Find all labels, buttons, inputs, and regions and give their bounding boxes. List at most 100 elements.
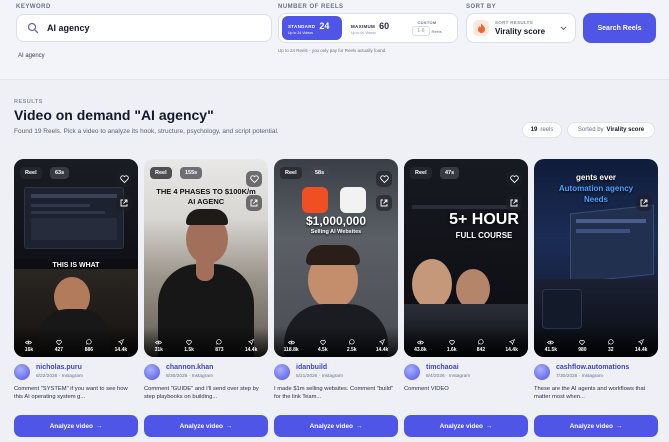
custom-count-input[interactable]: 1-6 xyxy=(412,26,430,36)
analyze-video-button[interactable]: Analyze video → xyxy=(274,415,398,437)
reel-tag: Reel xyxy=(150,167,172,179)
heart-icon xyxy=(186,340,192,345)
share-icon xyxy=(379,339,386,345)
video-thumbnail[interactable]: 5+ HOUR FULL COURSE Reel 47s 43.8k 1.6k … xyxy=(404,159,528,357)
thumbnail-subcaption: FULL COURSE xyxy=(455,231,513,240)
keyword-input[interactable]: AI agency xyxy=(16,14,272,42)
video-card: gents ever Automation agency Needs 41.5k… xyxy=(534,157,658,442)
video-thumbnail[interactable]: gents ever Automation agency Needs 41.5k… xyxy=(534,159,658,357)
video-thumbnail[interactable]: THE 4 PHASES TO $100K/m AI AGENC Reel 15… xyxy=(144,159,268,357)
option-standard[interactable]: STANDARD 24 Up to 24 Videos xyxy=(282,16,342,40)
avatar xyxy=(274,364,290,380)
post-meta: 7/30/2026 · Instagram xyxy=(556,374,603,379)
analyze-video-button[interactable]: Analyze video → xyxy=(14,415,138,437)
search-panel: KEYWORD AI agency AI agency NUMBER OF RE… xyxy=(0,0,669,80)
results-count-badge: 19 reels xyxy=(522,122,562,138)
avatar xyxy=(14,364,30,380)
stats-bar: 118.8k 4.5k 2.5k 14.4k xyxy=(274,327,398,357)
video-card: 5+ HOUR FULL COURSE Reel 47s 43.8k 1.6k … xyxy=(404,157,528,442)
duration-badge: 58s xyxy=(310,167,330,179)
sort-select[interactable]: SORT RESULTS Virality score xyxy=(466,13,576,43)
video-card: THE 4 PHASES TO $100K/m AI AGENC Reel 15… xyxy=(144,157,268,442)
username[interactable]: idanbuild xyxy=(296,364,327,371)
thumbnail-subcaption: Automation agency xyxy=(558,184,634,193)
chevron-down-icon xyxy=(560,26,567,31)
comment-icon xyxy=(216,339,222,345)
eye-icon xyxy=(155,340,163,345)
reel-tag: Reel xyxy=(410,167,432,179)
eye-icon xyxy=(416,340,424,345)
comment-icon xyxy=(608,339,614,345)
post-description: Comment "GUIDE" and I'll send over step … xyxy=(144,386,259,400)
reels-note: Up to 24 Reels - you only pay for Reels … xyxy=(278,48,387,53)
comment-icon xyxy=(348,339,355,345)
username[interactable]: nicholas.puru xyxy=(36,364,82,371)
eye-icon xyxy=(287,340,295,345)
keyword-label: KEYWORD xyxy=(16,4,51,10)
username[interactable]: timchaoai xyxy=(426,364,459,371)
post-meta: 8/4/2026 · Instagram xyxy=(426,374,471,379)
thumbnail-subcaption: Selling AI Websites xyxy=(310,229,362,235)
heart-icon[interactable] xyxy=(246,171,262,187)
post-meta: 8/22/2026 · Instagram xyxy=(36,374,83,379)
results-subtitle: Found 19 Reels. Pick a video to analyze … xyxy=(14,128,279,135)
heart-icon[interactable] xyxy=(376,171,392,187)
reels-label: NUMBER OF REELS xyxy=(278,4,344,10)
sorted-by-badge: Sorted by Virality score xyxy=(567,122,655,138)
analyze-video-button[interactable]: Analyze video → xyxy=(144,415,268,437)
username[interactable]: channon.khan xyxy=(166,364,213,371)
stats-bar: 41.5k 980 32 14.4k xyxy=(534,327,658,357)
post-description: Comment VIDEO xyxy=(404,386,449,392)
option-maximum[interactable]: MAXIMUM 60 Up to 60 Videos xyxy=(345,16,395,40)
thumbnail-caption: $1,000,000 xyxy=(305,214,367,228)
reel-tag: Reel xyxy=(20,167,42,179)
arrow-right-icon: → xyxy=(355,422,363,430)
external-link-icon[interactable] xyxy=(116,195,132,211)
analyze-video-button[interactable]: Analyze video → xyxy=(534,415,658,437)
stats-bar: 43.8k 1.6k 842 14.4k xyxy=(404,327,528,357)
post-meta: 5/21/2026 · Instagram xyxy=(296,374,343,379)
reels-count-selector: STANDARD 24 Up to 24 Videos MAXIMUM 60 Up … xyxy=(278,13,458,43)
stats-bar: 31k 1.5k 873 14.4k xyxy=(144,327,268,357)
share-icon xyxy=(508,339,515,345)
external-link-icon[interactable] xyxy=(506,195,522,211)
duration-badge: 63s xyxy=(50,167,70,179)
option-custom[interactable]: CUSTOM 1-6 Reels xyxy=(399,16,455,40)
avatar xyxy=(144,364,160,380)
eye-icon xyxy=(25,340,33,345)
keyword-value: AI agency xyxy=(47,23,90,33)
external-link-icon[interactable] xyxy=(636,195,652,211)
heart-icon xyxy=(579,340,586,345)
post-description: Comment "SYSTEM" if you want to see how … xyxy=(14,386,128,400)
thumbnail-caption: 5+ HOUR xyxy=(449,211,519,228)
comment-icon xyxy=(478,339,484,345)
video-thumbnail[interactable]: $1,000,000 Selling AI Websites Reel 58s … xyxy=(274,159,398,357)
sort-value: Virality score xyxy=(495,27,546,36)
page-title: Video on demand "AI agency" xyxy=(14,107,214,123)
external-link-icon[interactable] xyxy=(376,195,392,211)
arrow-right-icon: → xyxy=(95,422,103,430)
search-reels-button[interactable]: Search Reels xyxy=(583,13,656,43)
share-icon xyxy=(117,339,124,345)
duration-badge: 155s xyxy=(180,167,203,179)
arrow-right-icon: → xyxy=(225,422,233,430)
share-icon xyxy=(248,339,255,345)
thumbnail-caption: THIS IS WHAT xyxy=(52,262,100,269)
analyze-video-button[interactable]: Analyze video → xyxy=(404,415,528,437)
heart-icon xyxy=(449,340,455,345)
external-link-icon[interactable] xyxy=(246,195,262,211)
recent-keyword-chip[interactable]: AI agency xyxy=(18,53,45,59)
heart-icon xyxy=(320,340,326,345)
avatar xyxy=(404,364,420,380)
video-thumbnail[interactable]: THIS IS WHAT Reel 63s 16k 427 886 14.4k xyxy=(14,159,138,357)
thumbnail-caption: gents ever xyxy=(575,173,617,182)
arrow-right-icon: → xyxy=(485,422,493,430)
comment-icon xyxy=(86,339,92,345)
eye-icon xyxy=(547,340,555,345)
arrow-right-icon: → xyxy=(615,422,623,430)
flame-icon xyxy=(473,20,489,36)
search-icon xyxy=(27,22,39,34)
username[interactable]: cashflow.automations xyxy=(556,364,629,371)
heart-icon[interactable] xyxy=(506,171,522,187)
heart-icon[interactable] xyxy=(116,171,132,187)
